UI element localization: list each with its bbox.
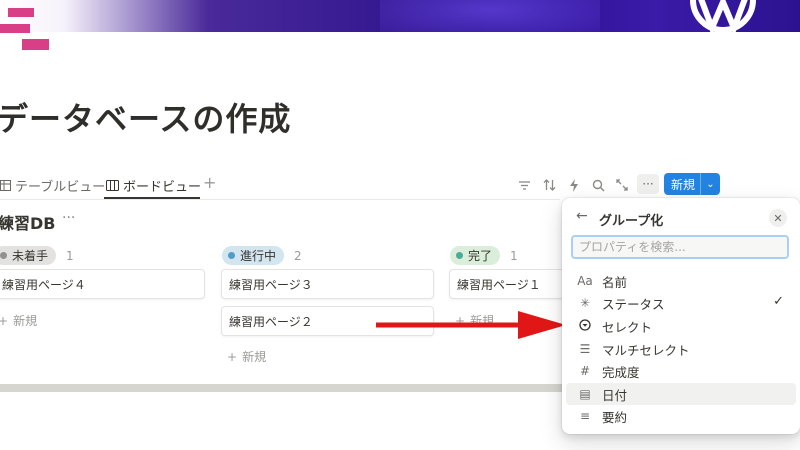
sort-icon[interactable] <box>540 176 558 194</box>
summary-icon: ≡ <box>579 409 591 423</box>
plus-icon: + <box>227 349 238 364</box>
decor-block <box>8 8 34 17</box>
search-icon[interactable] <box>589 176 607 194</box>
status-dot <box>456 252 463 259</box>
status-label: 進行中 <box>240 249 277 263</box>
add-view-button[interactable]: + <box>203 173 216 192</box>
add-label: 新規 <box>13 314 38 328</box>
new-button[interactable]: 新規 ⌄ <box>664 173 720 195</box>
status-label: 完了 <box>468 249 493 263</box>
tab-label: テーブルビュー <box>15 180 106 195</box>
filter-icon[interactable] <box>515 176 533 194</box>
option-label: 完成度 <box>602 364 640 380</box>
page-title[interactable]: データベースの作成 <box>0 94 291 140</box>
database-more-button[interactable]: ··· <box>62 210 75 226</box>
card-title: 練習用ページ１ <box>457 277 541 292</box>
group-option-completion[interactable]: # 完成度 <box>566 360 796 382</box>
add-card-button[interactable]: + 新規 <box>227 348 266 365</box>
tabs-divider <box>0 199 560 200</box>
decor-block <box>0 24 30 33</box>
board-icon <box>106 180 119 191</box>
card-title: 練習用ページ３ <box>229 277 313 292</box>
tab-table-view[interactable]: テーブルビュー <box>0 176 105 195</box>
back-arrow-icon[interactable]: ← <box>576 208 588 224</box>
status-badge[interactable]: 完了 <box>450 246 501 265</box>
more-options-button[interactable]: ··· <box>637 174 659 194</box>
select-icon <box>572 318 598 334</box>
option-label: セレクト <box>602 319 653 335</box>
calendar-icon: ▤ <box>579 387 591 401</box>
card-title: 練習用ページ２ <box>229 314 313 329</box>
property-search-input[interactable] <box>571 235 789 259</box>
new-button-label: 新規 <box>671 177 696 192</box>
tab-board-view[interactable]: ボードビュー <box>106 176 201 195</box>
column-count: 2 <box>294 248 302 263</box>
wordpress-logo-icon <box>690 0 756 32</box>
group-by-panel: ← グループ化 ✕ Aa 名前 ✳ ステータス ✓ セレクト ☰ マルチセレクト… <box>562 198 800 434</box>
board-card[interactable]: 練習用ページ３ <box>221 269 434 299</box>
status-icon: ✳ <box>579 296 591 310</box>
board-card[interactable]: 練習用ページ１ <box>449 269 569 299</box>
column-header-done: 完了 1 <box>450 246 518 265</box>
option-label: 日付 <box>602 387 628 403</box>
status-dot <box>228 252 235 259</box>
card-title: 練習用ページ４ <box>2 277 86 292</box>
column-header-in-progress: 進行中 2 <box>222 246 302 265</box>
list-icon: ☰ <box>579 342 591 356</box>
group-option-date[interactable]: ▤ 日付 <box>566 383 796 405</box>
option-label: 要約 <box>602 409 628 425</box>
database-title[interactable]: 練習DB <box>0 210 55 234</box>
table-icon <box>0 180 11 191</box>
red-arrow-annotation-icon <box>376 311 566 339</box>
board-card[interactable]: 練習用ページ４ <box>0 269 205 299</box>
status-badge[interactable]: 未着手 <box>0 246 57 265</box>
option-label: マルチセレクト <box>602 342 690 358</box>
column-count: 1 <box>66 248 74 263</box>
group-option-status[interactable]: ✳ ステータス ✓ <box>566 292 796 314</box>
group-option-multi-select[interactable]: ☰ マルチセレクト <box>566 338 796 360</box>
close-icon[interactable]: ✕ <box>769 209 787 227</box>
plus-icon: + <box>0 313 9 328</box>
add-label: 新規 <box>242 350 267 364</box>
status-dot <box>0 252 7 259</box>
status-badge[interactable]: 進行中 <box>222 246 285 265</box>
chevron-down-icon[interactable]: ⌄ <box>701 179 720 190</box>
group-option-select[interactable]: セレクト <box>566 315 796 337</box>
column-count: 1 <box>510 248 518 263</box>
option-label: 名前 <box>602 274 628 290</box>
page-cover[interactable] <box>0 0 800 32</box>
group-option-summary[interactable]: ≡ 要約 <box>566 405 796 427</box>
add-card-button[interactable]: + 新規 <box>0 312 37 329</box>
text-icon: Aa <box>577 274 593 288</box>
horizontal-scrollbar[interactable] <box>0 384 563 392</box>
panel-title: グループ化 <box>599 214 664 229</box>
number-icon: # <box>579 364 591 378</box>
lightning-icon[interactable] <box>565 176 583 194</box>
status-label: 未着手 <box>12 249 49 263</box>
tab-label: ボードビュー <box>123 180 202 195</box>
decor-block <box>22 39 49 50</box>
checkmark-icon: ✓ <box>773 294 784 309</box>
group-option-name[interactable]: Aa 名前 <box>566 270 796 292</box>
cover-glow <box>380 0 600 32</box>
column-header-not-started: 未着手 1 <box>0 246 74 265</box>
option-label: ステータス <box>602 296 665 312</box>
expand-icon[interactable] <box>613 176 631 194</box>
